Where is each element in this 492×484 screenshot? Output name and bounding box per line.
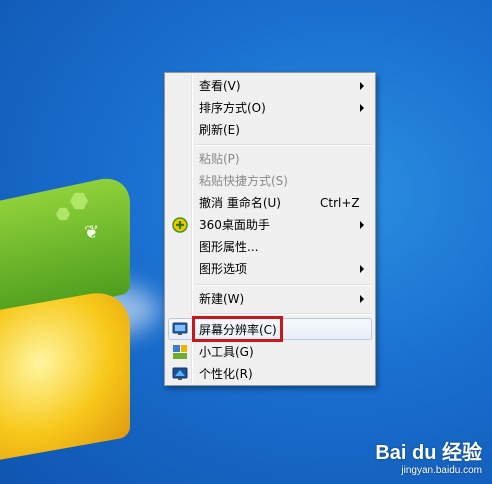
submenu-arrow-icon: [360, 104, 364, 112]
menu-separator: [196, 313, 372, 315]
menu-item-new[interactable]: 新建(W): [168, 288, 372, 310]
windows-logo-yellow-pane: [0, 286, 130, 464]
menu-item-label: 粘贴(P): [199, 152, 240, 166]
submenu-arrow-icon: [360, 295, 364, 303]
menu-item-label: 新建(W): [199, 292, 245, 306]
menu-item-gadgets[interactable]: 小工具(G): [168, 341, 372, 363]
menu-item-label: 排序方式(O): [199, 101, 266, 115]
menu-item-label: 360桌面助手: [199, 218, 270, 232]
menu-item-shortcut: Ctrl+Z: [320, 196, 360, 210]
submenu-arrow-icon: [360, 82, 364, 90]
menu-item-sort-by[interactable]: 排序方式(O): [168, 97, 372, 119]
menu-item-label: 图形属性...: [199, 240, 259, 254]
menu-item-view[interactable]: 查看(V): [168, 75, 372, 97]
menu-item-paste[interactable]: 粘贴(P): [168, 148, 372, 170]
menu-item-label: 小工具(G): [199, 345, 254, 359]
submenu-arrow-icon: [360, 265, 364, 273]
menu-item-label: 粘贴快捷方式(S): [199, 174, 288, 188]
menu-item-paste-shortcut[interactable]: 粘贴快捷方式(S): [168, 170, 372, 192]
baidu-watermark: Bai du 经验 jingyan.baidu.com: [375, 436, 482, 476]
submenu-arrow-icon: [360, 221, 364, 229]
360-assistant-icon: [172, 217, 188, 233]
menu-item-label: 刷新(E): [199, 123, 240, 137]
personalize-icon: [172, 367, 188, 380]
menu-item-360-assistant[interactable]: 360桌面助手: [168, 214, 372, 236]
menu-item-graphics-options[interactable]: 图形选项: [168, 258, 372, 280]
menu-item-label: 图形选项: [199, 262, 248, 276]
menu-item-label: 撤消 重命名(U): [199, 196, 281, 210]
menu-item-label: 查看(V): [199, 79, 241, 93]
menu-item-refresh[interactable]: 刷新(E): [168, 119, 372, 141]
gadgets-icon: [173, 345, 187, 359]
menu-separator: [196, 284, 372, 286]
menu-item-personalize[interactable]: 个性化(R): [168, 363, 372, 385]
menu-item-graphics-properties[interactable]: 图形属性...: [168, 236, 372, 258]
menu-item-label: 个性化(R): [199, 367, 253, 381]
watermark-brand: Bai du 经验: [375, 442, 482, 464]
menu-item-undo-rename[interactable]: 撤消 重命名(U) Ctrl+Z: [168, 192, 372, 214]
watermark-url: jingyan.baidu.com: [401, 465, 482, 476]
menu-separator: [196, 144, 372, 146]
butterfly-icon: ❦: [84, 222, 100, 243]
highlight-box: [192, 316, 283, 342]
monitor-icon: [172, 322, 188, 335]
